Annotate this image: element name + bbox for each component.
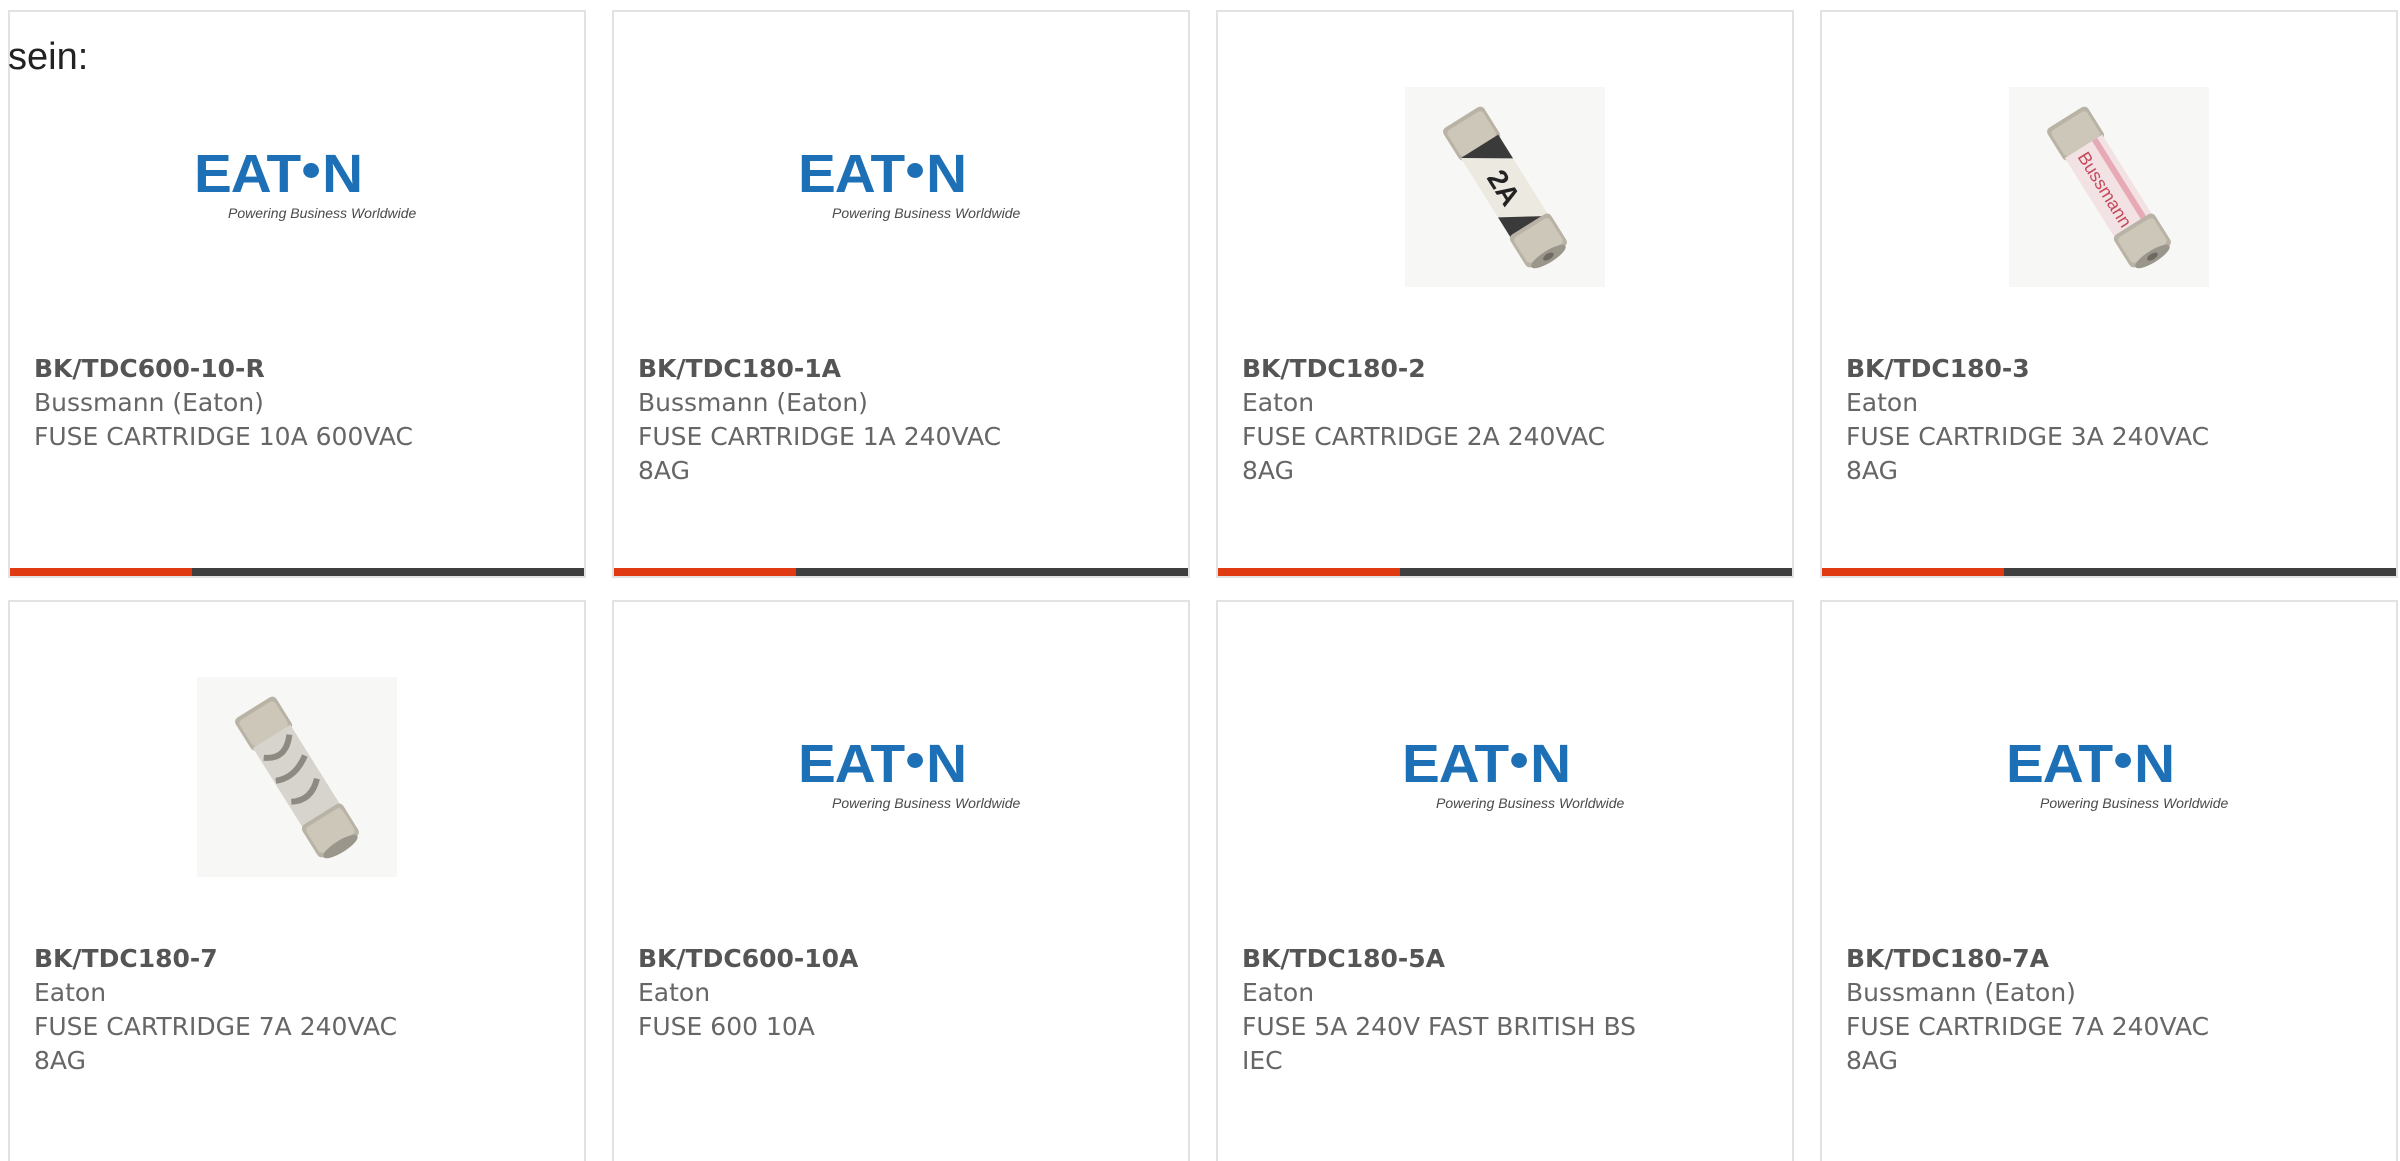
product-image[interactable]: EAT N Powering Business Worldwide xyxy=(1822,662,2396,892)
description: FUSE CARTRIDGE 10A 600VAC xyxy=(34,422,413,451)
product-image[interactable]: EAT N Powering Business Worldwide xyxy=(614,662,1188,892)
description-line2: 8AG xyxy=(1846,456,1898,485)
manufacturer: Eaton xyxy=(1242,978,1315,1007)
description: FUSE CARTRIDGE 2A 240VAC xyxy=(1242,422,1606,451)
product-image[interactable]: EAT N Powering Business Worldwide xyxy=(10,72,584,302)
eaton-logo: EAT N Powering Business Worldwide xyxy=(2006,734,2229,811)
manufacturer: Eaton xyxy=(34,978,107,1007)
description: FUSE 5A 240V FAST BRITISH BS xyxy=(1242,1012,1637,1041)
product-card[interactable]: 2A BK/TDC180-2 Eaton FUSE CARTRIDGE 2A 2… xyxy=(1216,10,1794,578)
prefix-text: sein: xyxy=(8,36,89,78)
part-number[interactable]: BK/TDC600-10A xyxy=(638,942,1058,976)
product-image[interactable] xyxy=(10,662,584,892)
product-image[interactable]: 2A xyxy=(1218,72,1792,302)
eaton-logo: EAT N Powering Business Worldwide xyxy=(798,144,1021,221)
fuse-3a-photo: Bussmann xyxy=(2009,87,2209,287)
card-footer-bar xyxy=(1218,568,1792,576)
logo-tagline: Powering Business Worldwide xyxy=(832,205,1021,221)
description: FUSE CARTRIDGE 1A 240VAC xyxy=(638,422,1002,451)
product-card[interactable]: BK/TDC180-7 Eaton FUSE CARTRIDGE 7A 240V… xyxy=(8,600,586,1161)
part-number[interactable]: BK/TDC180-3 xyxy=(1846,352,2266,386)
description-line2: 8AG xyxy=(1846,1046,1898,1075)
card-accent-bar xyxy=(1218,568,1400,576)
fuse-7a-photo xyxy=(197,677,397,877)
eaton-logo: EAT N Powering Business Worldwide xyxy=(194,144,417,221)
product-card[interactable]: Bussmann BK/TDC180-3 Eaton FUSE CARTRIDG… xyxy=(1820,10,2398,578)
description-line2: 8AG xyxy=(1242,456,1294,485)
part-number[interactable]: BK/TDC180-5A xyxy=(1242,942,1662,976)
product-card[interactable]: EAT N Powering Business Worldwide BK/TDC1… xyxy=(1216,600,1794,1161)
manufacturer: Eaton xyxy=(638,978,711,1007)
description-line2: 8AG xyxy=(638,456,690,485)
product-image[interactable]: EAT N Powering Business Worldwide xyxy=(1218,662,1792,892)
card-accent-bar xyxy=(614,568,796,576)
manufacturer: Bussmann (Eaton) xyxy=(638,388,868,417)
card-accent-bar xyxy=(10,568,192,576)
product-card[interactable]: EAT N Powering Business Worldwide BK/TDC6… xyxy=(612,600,1190,1161)
description-line2: IEC xyxy=(1242,1046,1283,1075)
part-number[interactable]: BK/TDC180-1A xyxy=(638,352,1058,386)
logo-tagline: Powering Business Worldwide xyxy=(2040,795,2229,811)
manufacturer: Eaton xyxy=(1242,388,1315,417)
logo-tagline: Powering Business Worldwide xyxy=(228,205,417,221)
part-number[interactable]: BK/TDC180-7 xyxy=(34,942,454,976)
card-footer-bar xyxy=(1822,568,2396,576)
eaton-logo: EAT N Powering Business Worldwide xyxy=(1402,734,1625,811)
logo-tagline: Powering Business Worldwide xyxy=(832,795,1021,811)
eaton-logo: EAT N Powering Business Worldwide xyxy=(798,734,1021,811)
description-line2: 8AG xyxy=(34,1046,86,1075)
product-image[interactable]: EAT N Powering Business Worldwide xyxy=(614,72,1188,302)
logo-tagline: Powering Business Worldwide xyxy=(1436,795,1625,811)
product-card[interactable]: EAT N Powering Business Worldwide BK/TDC1… xyxy=(1820,600,2398,1161)
description: FUSE 600 10A xyxy=(638,1012,815,1041)
part-number[interactable]: BK/TDC180-7A xyxy=(1846,942,2266,976)
fuse-2a-photo: 2A xyxy=(1405,87,1605,287)
card-footer-bar xyxy=(614,568,1188,576)
description: FUSE CARTRIDGE 3A 240VAC xyxy=(1846,422,2210,451)
manufacturer: Eaton xyxy=(1846,388,1919,417)
product-image[interactable]: Bussmann xyxy=(1822,72,2396,302)
part-number[interactable]: BK/TDC600-10-R xyxy=(34,352,454,386)
manufacturer: Bussmann (Eaton) xyxy=(1846,978,2076,1007)
part-number[interactable]: BK/TDC180-2 xyxy=(1242,352,1662,386)
card-accent-bar xyxy=(1822,568,2004,576)
card-footer-bar xyxy=(10,568,584,576)
manufacturer: Bussmann (Eaton) xyxy=(34,388,264,417)
product-card[interactable]: EAT N Powering Business Worldwide BK/TDC1… xyxy=(612,10,1190,578)
description: FUSE CARTRIDGE 7A 240VAC xyxy=(34,1012,398,1041)
product-card[interactable]: EAT N Powering Business Worldwide BK/TDC6… xyxy=(8,10,586,578)
description: FUSE CARTRIDGE 7A 240VAC xyxy=(1846,1012,2210,1041)
